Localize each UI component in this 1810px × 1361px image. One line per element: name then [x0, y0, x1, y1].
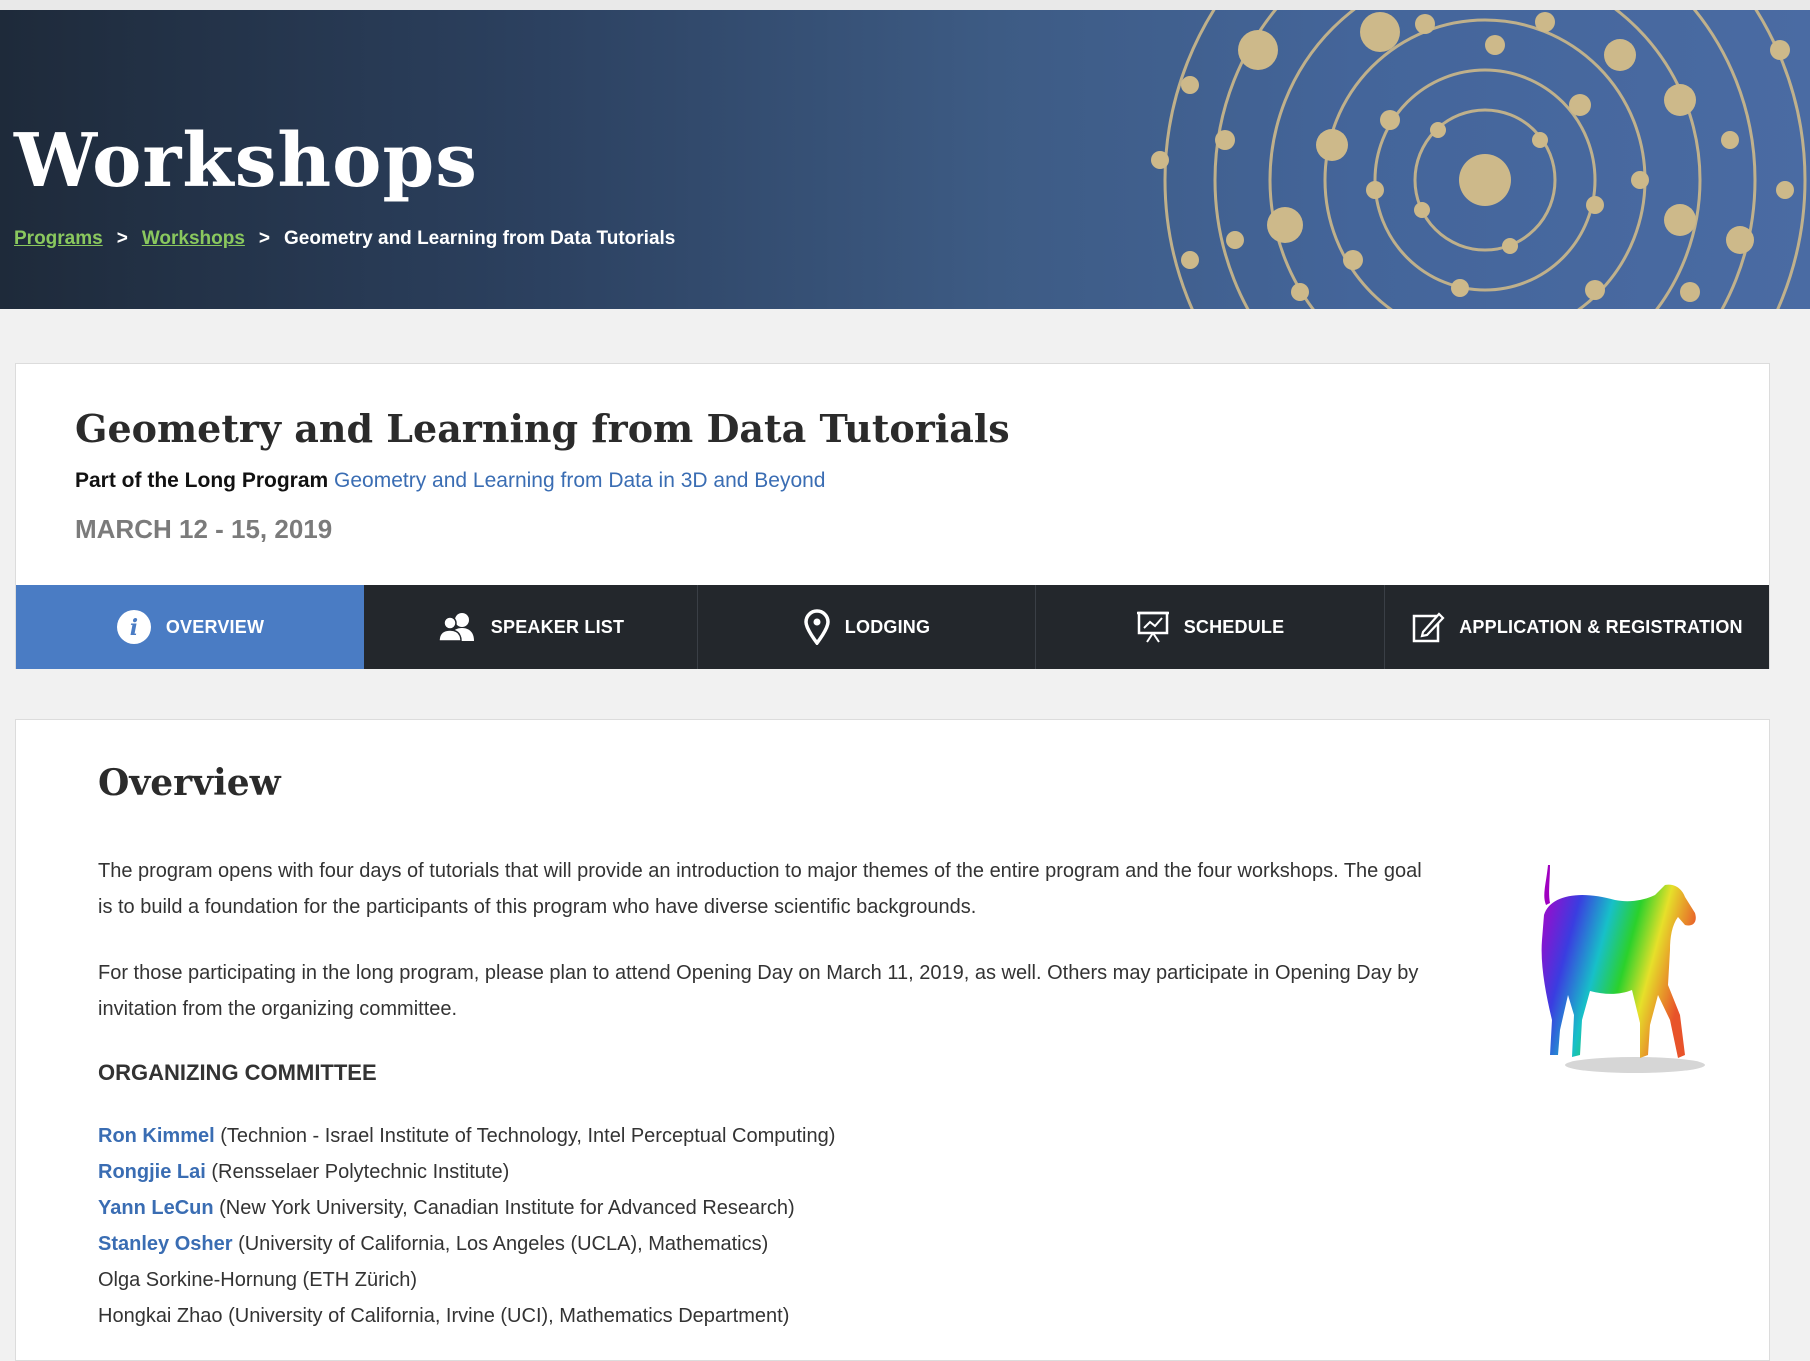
- people-icon: [438, 613, 474, 642]
- opening-day-paragraph: For those participating in the long prog…: [98, 962, 1419, 1020]
- rainbow-horse-image: [1541, 865, 1705, 1073]
- member-affiliation: (New York University, Canadian Institute…: [213, 1197, 795, 1219]
- edit-icon: [1412, 612, 1445, 643]
- member-link[interactable]: Ron Kimmel: [98, 1125, 215, 1147]
- page-title: Workshops: [14, 118, 478, 204]
- member-affiliation: (University of California, Irvine (UCI),…: [222, 1305, 790, 1327]
- member-affiliation: (ETH Zürich): [297, 1269, 417, 1291]
- tab-label: OVERVIEW: [165, 616, 265, 637]
- workshop-dates: MARCH 12 - 15, 2019: [75, 514, 333, 544]
- workshop-tabs: i OVERVIEW SPEAKER LIST LODGING SCHEDULE…: [16, 585, 1769, 669]
- tab-speaker-list[interactable]: SPEAKER LIST: [364, 585, 698, 669]
- page-banner: Workshops Programs > Workshops > Geometr…: [0, 10, 1810, 309]
- workshop-title: Geometry and Learning from Data Tutorial…: [75, 406, 1010, 451]
- svg-text:i: i: [130, 615, 139, 641]
- tab-application-registration[interactable]: APPLICATION & REGISTRATION: [1385, 585, 1769, 669]
- member-name: Hongkai Zhao: [98, 1305, 223, 1327]
- breadcrumb-current: Geometry and Learning from Data Tutorial…: [284, 228, 676, 249]
- presentation-board-icon: [1136, 611, 1169, 643]
- breadcrumb-programs-link[interactable]: Programs: [14, 228, 103, 250]
- member-affiliation: (Rensselaer Polytechnic Institute): [205, 1161, 510, 1183]
- member-link[interactable]: Yann LeCun: [98, 1197, 214, 1219]
- tab-label: SPEAKER LIST: [490, 616, 625, 637]
- part-of-program: Part of the Long Program Geometry and Le…: [75, 469, 825, 493]
- info-icon: i: [116, 610, 151, 644]
- map-pin-icon: [804, 609, 830, 645]
- part-of-label: Part of the Long Program: [75, 469, 329, 492]
- committee-member: Olga Sorkine-Hornung (ETH Zürich): [98, 1262, 835, 1298]
- committee-member: Hongkai Zhao (University of California, …: [98, 1298, 835, 1334]
- committee-member: Yann LeCun (New York University, Canadia…: [98, 1190, 835, 1226]
- committee-member: Ron Kimmel (Technion - Israel Institute …: [98, 1118, 835, 1154]
- tab-label: APPLICATION & REGISTRATION: [1459, 616, 1743, 637]
- workshop-header-card: Geometry and Learning from Data Tutorial…: [15, 363, 1770, 669]
- overview-card: Overview The program opens with four day…: [15, 719, 1770, 1361]
- tab-label: SCHEDULE: [1183, 616, 1285, 637]
- tab-overview[interactable]: i OVERVIEW: [16, 585, 364, 669]
- committee-member: Rongjie Lai (Rensselaer Polytechnic Inst…: [98, 1154, 835, 1190]
- overview-paragraph: The program opens with four days of tuto…: [98, 860, 1422, 918]
- committee-heading: ORGANIZING COMMITTEE: [98, 1060, 377, 1085]
- committee-member: Stanley Osher (University of California,…: [98, 1226, 835, 1262]
- orbit-decoration: [1151, 10, 1807, 309]
- member-link[interactable]: Rongjie Lai: [98, 1161, 206, 1183]
- breadcrumb: Programs > Workshops > Geometry and Lear…: [14, 228, 675, 250]
- tab-schedule[interactable]: SCHEDULE: [1036, 585, 1385, 669]
- tab-label: LODGING: [844, 616, 931, 637]
- member-affiliation: (Technion - Israel Institute of Technolo…: [214, 1125, 836, 1147]
- member-name: Olga Sorkine-Hornung: [98, 1269, 297, 1291]
- tab-lodging[interactable]: LODGING: [698, 585, 1036, 669]
- overview-heading: Overview: [98, 762, 281, 804]
- program-link[interactable]: Geometry and Learning from Data in 3D an…: [334, 469, 825, 492]
- breadcrumb-workshops-link[interactable]: Workshops: [142, 228, 245, 250]
- member-link[interactable]: Stanley Osher: [98, 1233, 233, 1255]
- member-affiliation: (University of California, Los Angeles (…: [232, 1233, 769, 1255]
- breadcrumb-separator: >: [116, 228, 128, 249]
- committee-list: Ron Kimmel (Technion - Israel Institute …: [98, 1118, 835, 1334]
- breadcrumb-separator: >: [258, 228, 271, 249]
- top-strip: [0, 0, 1810, 10]
